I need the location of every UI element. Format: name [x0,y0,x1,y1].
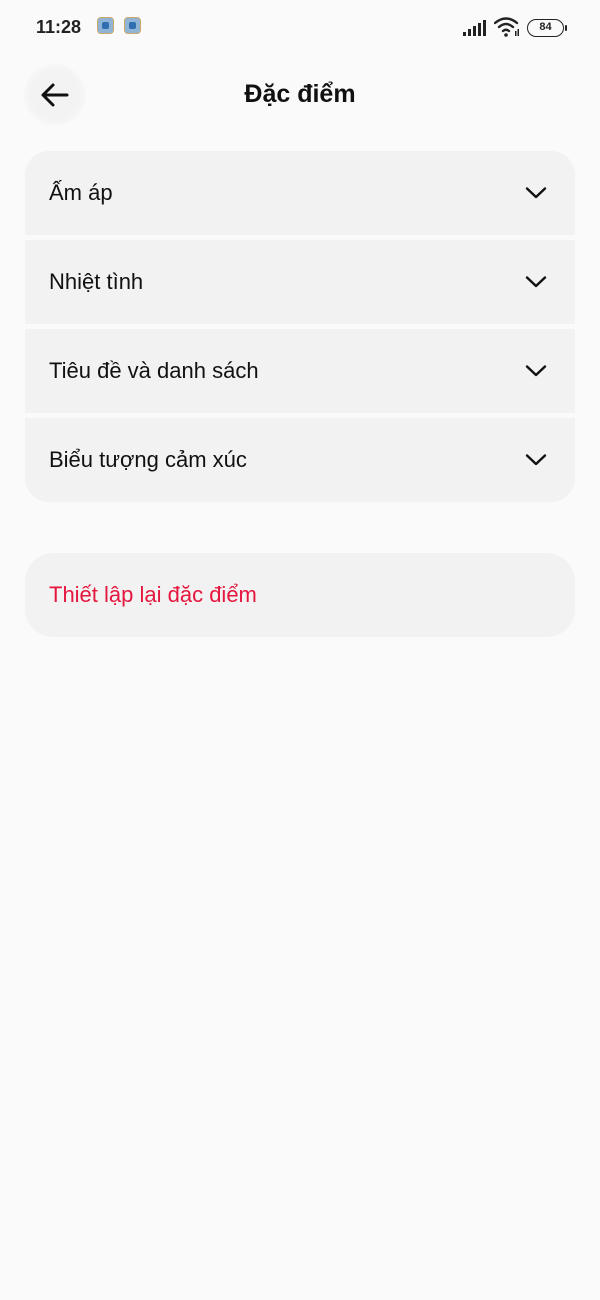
chevron-down-icon [525,454,547,466]
traits-list: Ấm áp Nhiệt tình Tiêu đề và danh sách Bi… [25,151,575,502]
wifi-icon [494,17,519,37]
trait-item-label: Biểu tượng cảm xúc [49,447,247,472]
trait-item-label: Nhiệt tình [49,269,144,294]
status-bar: 11:28 84 [0,0,600,56]
battery-icon: 84 [527,19,564,37]
chevron-down-icon [525,276,547,288]
trait-item-emoji[interactable]: Biểu tượng cảm xúc [25,418,575,502]
trait-item-enthusiastic[interactable]: Nhiệt tình [25,240,575,324]
header: Đặc điểm [0,56,600,136]
status-time: 11:28 [36,17,82,37]
reset-traits-button[interactable]: Thiết lập lại đặc điểm [25,553,575,637]
reset-traits-label: Thiết lập lại đặc điểm [49,582,257,607]
page-title: Đặc điểm [244,80,356,108]
chevron-down-icon [525,365,547,377]
chevron-down-icon [525,187,547,199]
app-notification-icon [124,17,141,34]
trait-item-headings-lists[interactable]: Tiêu đề và danh sách [25,329,575,413]
trait-item-warm[interactable]: Ấm áp [25,151,575,235]
signal-icon [463,20,486,36]
app-notification-icon [97,17,114,34]
trait-item-label: Ấm áp [49,180,113,205]
trait-item-label: Tiêu đề và danh sách [49,358,259,383]
battery-tip [565,25,567,31]
